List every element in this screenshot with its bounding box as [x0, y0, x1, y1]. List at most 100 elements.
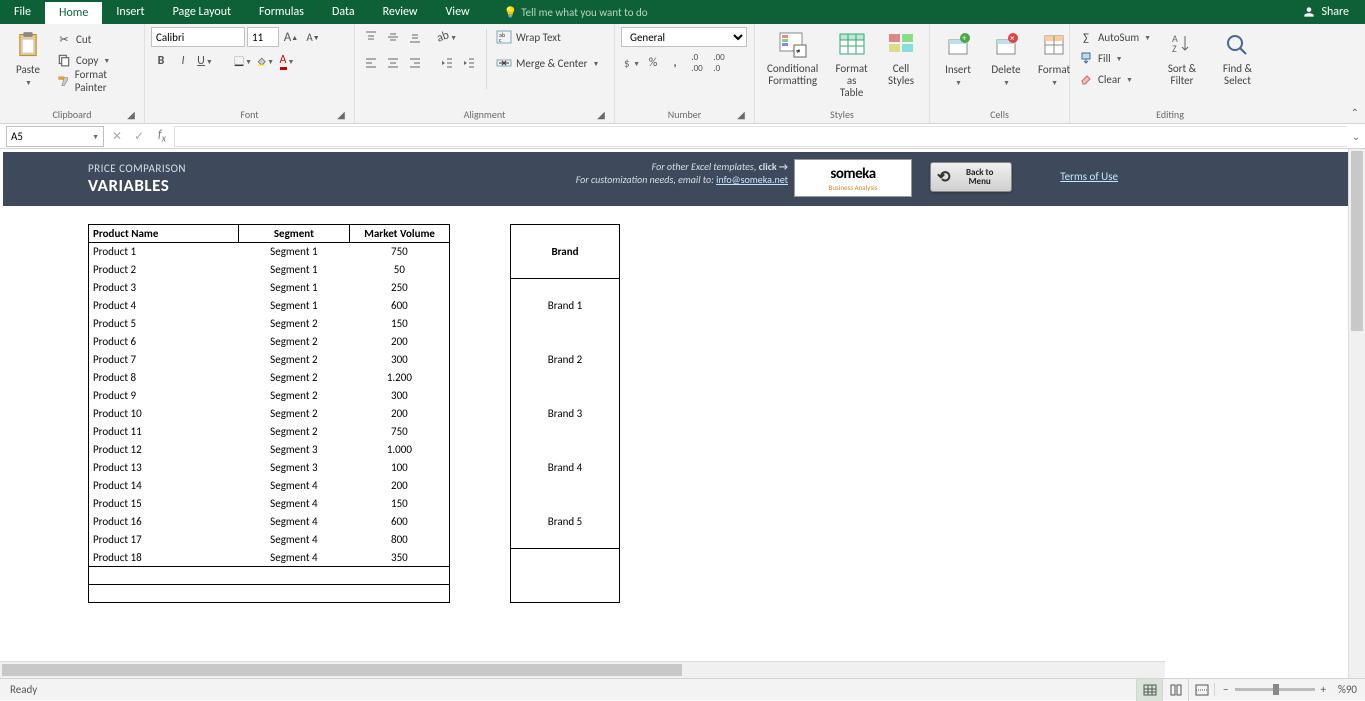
table-row[interactable]: Product 7Segment 2300: [89, 351, 450, 369]
table-row[interactable]: Product 17Segment 4800: [89, 531, 450, 549]
decrease-decimal-button[interactable]: .00.0: [709, 53, 729, 73]
tab-page-layout[interactable]: Page Layout: [159, 0, 245, 24]
cell[interactable]: 150: [350, 495, 450, 513]
borders-button[interactable]: ▼: [233, 51, 253, 71]
vertical-scrollbar[interactable]: [1348, 149, 1365, 678]
table-row[interactable]: Product 12Segment 31.000: [89, 441, 450, 459]
cell[interactable]: Segment 2: [238, 405, 350, 423]
cell[interactable]: 600: [350, 297, 450, 315]
cell[interactable]: 200: [350, 477, 450, 495]
cell[interactable]: 150: [350, 315, 450, 333]
fill-color-button[interactable]: ▼: [255, 51, 275, 71]
tab-view[interactable]: View: [432, 0, 484, 24]
cell[interactable]: Segment 2: [238, 333, 350, 351]
cell[interactable]: Product 1: [89, 243, 239, 261]
horizontal-scrollbar[interactable]: [0, 661, 1165, 678]
cell[interactable]: Product 11: [89, 423, 239, 441]
cell[interactable]: Product 7: [89, 351, 239, 369]
cell[interactable]: 800: [350, 531, 450, 549]
fx-button[interactable]: fx: [150, 128, 174, 144]
increase-indent-button[interactable]: [459, 53, 479, 73]
table-row[interactable]: Product 4Segment 1600: [89, 297, 450, 315]
dropdown-icon[interactable]: ▼: [92, 132, 99, 141]
cell[interactable]: Segment 4: [238, 549, 350, 567]
comma-button[interactable]: ,: [665, 53, 685, 73]
cell[interactable]: Brand 2: [511, 333, 620, 387]
wrap-text-button[interactable]: abcWrap Text: [494, 27, 601, 47]
cell[interactable]: 300: [350, 387, 450, 405]
cell[interactable]: 350: [350, 549, 450, 567]
table-row[interactable]: Brand 3: [511, 387, 620, 441]
brands-table[interactable]: Brand Brand 1Brand 2Brand 3Brand 4Brand …: [510, 224, 620, 603]
tab-insert[interactable]: Insert: [102, 0, 158, 24]
align-top-button[interactable]: [361, 27, 381, 47]
decrease-font-button[interactable]: A▼: [303, 27, 323, 47]
expand-formula-bar-button[interactable]: ⌄: [1347, 130, 1365, 143]
align-right-button[interactable]: [405, 53, 425, 73]
cell[interactable]: Product 18: [89, 549, 239, 567]
zoom-value[interactable]: %90: [1338, 683, 1357, 696]
formula-input[interactable]: [174, 126, 1347, 147]
cell[interactable]: Product 16: [89, 513, 239, 531]
cell[interactable]: Segment 2: [238, 369, 350, 387]
table-row[interactable]: Product 1Segment 1750: [89, 243, 450, 261]
tab-file[interactable]: File: [0, 0, 45, 24]
page-break-view-button[interactable]: [1188, 679, 1214, 701]
table-row[interactable]: Brand 5: [511, 495, 620, 549]
table-row[interactable]: Product 3Segment 1250: [89, 279, 450, 297]
align-center-button[interactable]: [383, 53, 403, 73]
cell[interactable]: Segment 2: [238, 315, 350, 333]
conditional-formatting-button[interactable]: ≠Conditional Formatting: [761, 27, 824, 89]
name-box[interactable]: A5▼: [6, 126, 104, 147]
table-row[interactable]: Product 11Segment 2750: [89, 423, 450, 441]
bold-button[interactable]: B: [151, 51, 171, 71]
tab-formulas[interactable]: Formulas: [245, 0, 318, 24]
copy-button[interactable]: Copy▼: [54, 50, 138, 70]
cell[interactable]: Segment 1: [238, 297, 350, 315]
cell[interactable]: 750: [350, 423, 450, 441]
cell[interactable]: Product 2: [89, 261, 239, 279]
cell[interactable]: Segment 1: [238, 261, 350, 279]
align-left-button[interactable]: [361, 53, 381, 73]
table-row[interactable]: Product 9Segment 2300: [89, 387, 450, 405]
table-row[interactable]: Product 8Segment 21.200: [89, 369, 450, 387]
cell[interactable]: Product 4: [89, 297, 239, 315]
cell[interactable]: Segment 1: [238, 243, 350, 261]
cell[interactable]: 50: [350, 261, 450, 279]
cell[interactable]: Segment 3: [238, 441, 350, 459]
dialog-launcher-icon[interactable]: ◢: [736, 108, 746, 118]
table-row[interactable]: Brand 2: [511, 333, 620, 387]
paste-button[interactable]: Paste ▼: [6, 27, 50, 89]
cell[interactable]: Product 3: [89, 279, 239, 297]
cell[interactable]: Segment 2: [238, 423, 350, 441]
cell[interactable]: 750: [350, 243, 450, 261]
table-row[interactable]: Product 16Segment 4600: [89, 513, 450, 531]
cell[interactable]: 200: [350, 405, 450, 423]
scroll-thumb[interactable]: [1351, 151, 1363, 331]
cell[interactable]: Product 14: [89, 477, 239, 495]
cell[interactable]: 300: [350, 351, 450, 369]
scroll-thumb[interactable]: [2, 664, 682, 676]
sheet-content[interactable]: PRICE COMPARISON VARIABLES For other Exc…: [3, 152, 1348, 661]
orientation-button[interactable]: ab▼: [437, 27, 457, 47]
align-bottom-button[interactable]: [405, 27, 425, 47]
dialog-launcher-icon[interactable]: ◢: [126, 108, 136, 118]
table-row[interactable]: Product 2Segment 150: [89, 261, 450, 279]
cut-button[interactable]: ✂Cut: [54, 29, 138, 49]
tell-me-search[interactable]: 💡 Tell me what you want to do: [504, 0, 648, 24]
format-painter-button[interactable]: Format Painter: [54, 71, 138, 91]
link-click[interactable]: click →: [759, 160, 788, 173]
cell[interactable]: Product 13: [89, 459, 239, 477]
dialog-launcher-icon[interactable]: ◢: [596, 108, 606, 118]
someka-logo[interactable]: someka Business Analysis: [794, 159, 912, 197]
font-size-input[interactable]: [247, 27, 279, 47]
cell[interactable]: Segment 3: [238, 459, 350, 477]
page-layout-view-button[interactable]: [1162, 679, 1188, 701]
cell[interactable]: 1.200: [350, 369, 450, 387]
back-to-menu-button[interactable]: ⟲ Back to Menu: [930, 162, 1012, 192]
cell[interactable]: Product 15: [89, 495, 239, 513]
cell[interactable]: Product 10: [89, 405, 239, 423]
cell[interactable]: Segment 2: [238, 387, 350, 405]
cell[interactable]: Brand 4: [511, 441, 620, 495]
accounting-format-button[interactable]: $▼: [621, 53, 641, 73]
